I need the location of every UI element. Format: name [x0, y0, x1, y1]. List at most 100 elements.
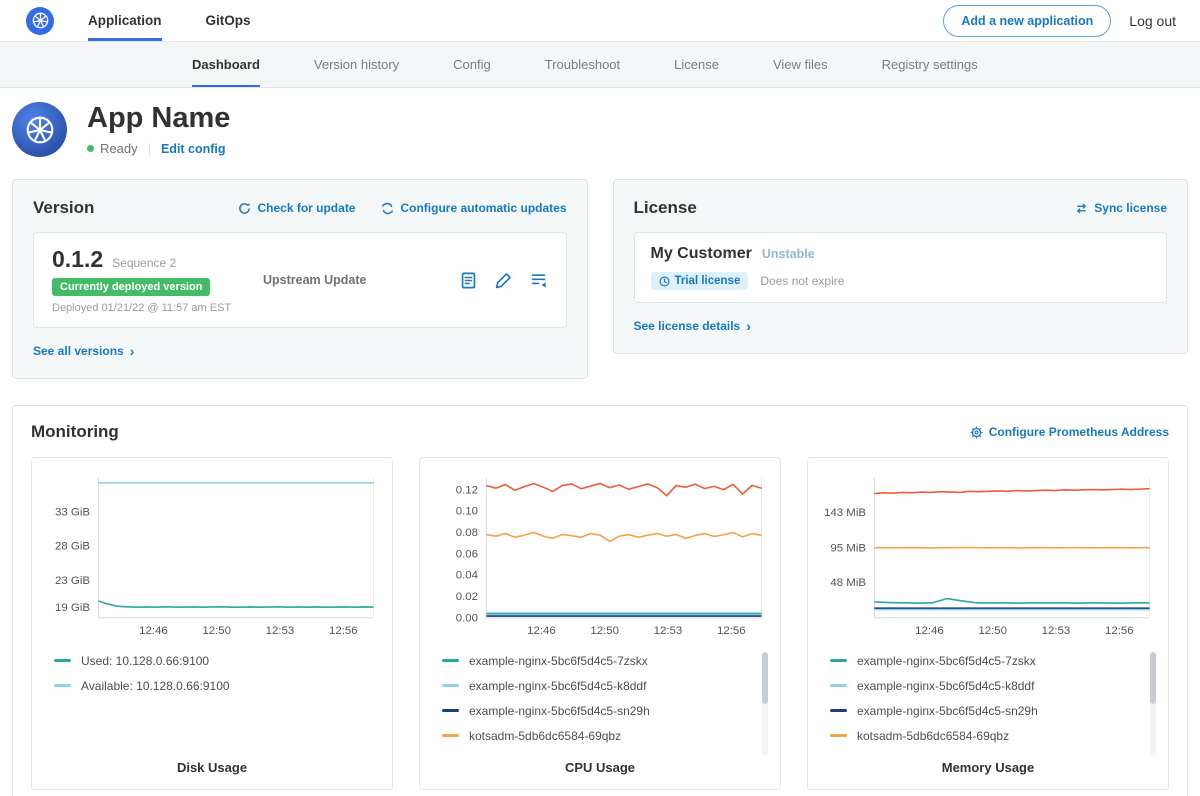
- tab-gitops[interactable]: GitOps: [206, 0, 251, 41]
- legend-color-dash: [442, 709, 459, 712]
- version-card-header: Version Check for update Configure autom…: [33, 198, 567, 218]
- legend-label: example-nginx-5bc6f5d4c5-7zskx: [857, 654, 1036, 668]
- svg-text:33 GiB: 33 GiB: [55, 507, 90, 519]
- svg-text:19 GiB: 19 GiB: [55, 602, 90, 614]
- legend-color-dash: [830, 734, 847, 737]
- ready-status-dot-icon: [87, 145, 94, 152]
- channel-name: Unstable: [762, 247, 815, 261]
- tab-troubleshoot[interactable]: Troubleshoot: [545, 42, 620, 87]
- legend-label: example-nginx-5bc6f5d4c5-sn29h: [857, 704, 1038, 718]
- tab-application[interactable]: Application: [88, 0, 162, 41]
- tab-config[interactable]: Config: [453, 42, 491, 87]
- legend-label: Available: 10.128.0.66:9100: [81, 679, 230, 693]
- top-nav-tabs: Application GitOps: [88, 0, 295, 41]
- app-header: App Name Ready | Edit config: [0, 88, 1200, 173]
- svg-text:0.12: 0.12: [456, 485, 478, 497]
- trial-license-label: Trial license: [675, 275, 741, 287]
- license-card-header: License Sync license: [634, 198, 1168, 218]
- legend-scrollbar[interactable]: [1150, 652, 1156, 756]
- auto-update-icon: [381, 202, 394, 215]
- customer-name: My Customer: [651, 245, 752, 263]
- chart-title: Disk Usage: [40, 748, 384, 781]
- version-actions: [459, 271, 548, 290]
- add-new-application-button[interactable]: Add a new application: [943, 5, 1111, 37]
- tab-version-history[interactable]: Version history: [314, 42, 399, 87]
- upstream-update-label: Upstream Update: [263, 273, 367, 287]
- svg-text:12:53: 12:53: [654, 625, 683, 637]
- view-diff-icon[interactable]: [529, 271, 548, 290]
- see-license-details-link[interactable]: See license details ›: [634, 319, 751, 333]
- configure-prometheus-link[interactable]: Configure Prometheus Address: [970, 425, 1169, 439]
- chevron-right-icon: ›: [130, 344, 135, 358]
- legend-item: example-nginx-5bc6f5d4c5-7zskx: [830, 648, 1140, 673]
- cpu-usage-legend: example-nginx-5bc6f5d4c5-7zskxexample-ng…: [442, 648, 772, 748]
- sequence-label: Sequence 2: [112, 256, 176, 270]
- legend-label: kotsadm-5db6dc6584-69qbz: [469, 729, 621, 743]
- currently-deployed-badge: Currently deployed version: [52, 278, 210, 296]
- chart-title: Memory Usage: [816, 748, 1160, 781]
- edit-config-link[interactable]: Edit config: [161, 142, 226, 156]
- svg-text:12:46: 12:46: [527, 625, 556, 637]
- see-all-versions-row: See all versions ›: [33, 342, 567, 360]
- license-card-links: Sync license: [1075, 201, 1167, 215]
- license-details-box: My Customer Unstable Trial license Does …: [634, 232, 1168, 303]
- cpu-usage-plot[interactable]: 0.120.100.080.060.040.020.0012:4612:5012…: [428, 470, 772, 642]
- tab-license[interactable]: License: [674, 42, 719, 87]
- edit-config-icon[interactable]: [494, 271, 513, 290]
- svg-text:12:56: 12:56: [717, 625, 746, 637]
- configure-automatic-updates-link[interactable]: Configure automatic updates: [381, 201, 566, 215]
- svg-text:12:50: 12:50: [202, 625, 231, 637]
- check-for-update-link[interactable]: Check for update: [238, 201, 355, 215]
- version-card-title: Version: [33, 198, 94, 218]
- legend-color-dash: [442, 734, 459, 737]
- check-for-update-label: Check for update: [257, 201, 355, 215]
- tab-view-files[interactable]: View files: [773, 42, 828, 87]
- svg-text:143 MiB: 143 MiB: [824, 507, 866, 519]
- tab-dashboard[interactable]: Dashboard: [192, 42, 260, 87]
- release-notes-icon[interactable]: [459, 271, 478, 290]
- top-nav-right: Add a new application Log out: [943, 5, 1176, 37]
- configure-automatic-updates-label: Configure automatic updates: [400, 201, 566, 215]
- monitoring-links: Configure Prometheus Address: [970, 425, 1169, 439]
- legend-scrollbar-thumb[interactable]: [762, 652, 768, 704]
- version-details: 0.1.2 Sequence 2 Currently deployed vers…: [52, 246, 257, 314]
- app-sub-nav: Dashboard Version history Config Trouble…: [0, 42, 1200, 88]
- svg-text:28 GiB: 28 GiB: [55, 541, 90, 553]
- see-all-versions-label: See all versions: [33, 344, 124, 358]
- legend-label: example-nginx-5bc6f5d4c5-k8ddf: [469, 679, 646, 693]
- sync-license-link[interactable]: Sync license: [1075, 201, 1167, 215]
- app-status-row: Ready | Edit config: [87, 141, 230, 156]
- cards-row: Version Check for update Configure autom…: [12, 179, 1188, 379]
- svg-text:12:50: 12:50: [978, 625, 1007, 637]
- memory-usage-legend: example-nginx-5bc6f5d4c5-7zskx example-ng…: [830, 648, 1160, 748]
- app-header-text: App Name Ready | Edit config: [87, 103, 230, 157]
- svg-text:12:56: 12:56: [1105, 625, 1134, 637]
- see-all-versions-link[interactable]: See all versions ›: [33, 344, 134, 358]
- app-kubernetes-icon: [12, 102, 67, 157]
- configure-prometheus-label: Configure Prometheus Address: [989, 425, 1169, 439]
- divider: |: [148, 141, 151, 156]
- disk-usage-legend: Used: 10.128.0.66:9100Available: 10.128.…: [54, 648, 384, 698]
- memory-usage-plot[interactable]: 143 MiB95 MiB48 MiB12:4612:5012:5312:56: [816, 470, 1160, 642]
- charts-row: 33 GiB28 GiB23 GiB19 GiB12:4612:5012:531…: [31, 457, 1169, 790]
- disk-usage-plot[interactable]: 33 GiB28 GiB23 GiB19 GiB12:4612:5012:531…: [40, 470, 384, 642]
- svg-text:12:46: 12:46: [139, 625, 168, 637]
- expiry-text: Does not expire: [760, 274, 844, 288]
- chart-title: CPU Usage: [428, 748, 772, 781]
- sync-icon: [1075, 202, 1088, 215]
- svg-text:12:50: 12:50: [590, 625, 619, 637]
- see-license-details-row: See license details ›: [634, 317, 1168, 335]
- svg-text:0.02: 0.02: [456, 591, 478, 603]
- logout-link[interactable]: Log out: [1129, 13, 1176, 29]
- svg-text:12:56: 12:56: [329, 625, 358, 637]
- tab-registry-settings[interactable]: Registry settings: [882, 42, 978, 87]
- svg-text:95 MiB: 95 MiB: [830, 543, 866, 555]
- svg-text:0.00: 0.00: [456, 612, 478, 624]
- svg-text:0.04: 0.04: [456, 570, 478, 582]
- legend-scrollbar-thumb[interactable]: [1150, 652, 1156, 704]
- legend-scrollbar[interactable]: [762, 652, 768, 756]
- license-card-title: License: [634, 198, 697, 218]
- svg-text:48 MiB: 48 MiB: [830, 577, 866, 589]
- legend-color-dash: [830, 684, 847, 687]
- legend-color-dash: [442, 659, 459, 662]
